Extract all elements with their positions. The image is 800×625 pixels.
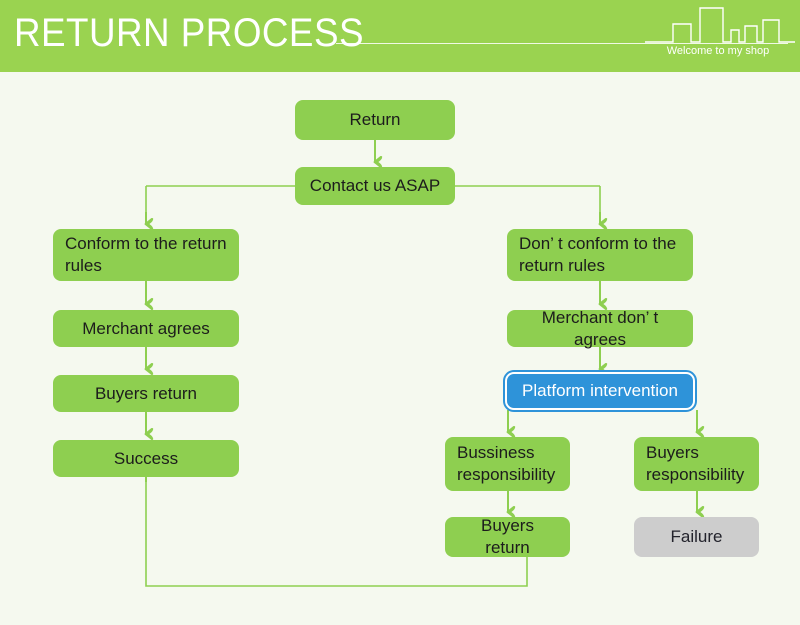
node-buyers-return-left-label: Buyers return <box>94 383 198 403</box>
node-success[interactable]: Success <box>53 440 239 477</box>
node-buyers-return-left[interactable]: Buyers return <box>53 375 239 412</box>
node-buyers-responsibility[interactable]: Buyers responsibility <box>634 437 759 491</box>
node-bussiness-responsibility-label: Bussiness responsibility <box>457 443 556 484</box>
node-platform-intervention-label: Platform intervention <box>522 381 678 400</box>
node-return[interactable]: Return <box>295 100 455 140</box>
page-header: RETURN PROCESS Welcome to my shop <box>0 0 800 72</box>
node-conform-to-return-rules-label: Conform to the return rules <box>65 234 227 275</box>
node-dont-conform-to-return-rules-label: Don’ t conform to the return rules <box>519 234 677 275</box>
node-contact-us-asap[interactable]: Contact us ASAP <box>295 167 455 205</box>
node-failure-label: Failure <box>670 527 723 546</box>
node-merchant-agrees[interactable]: Merchant agrees <box>53 310 239 347</box>
node-return-label: Return <box>349 110 401 129</box>
node-failure[interactable]: Failure <box>634 517 759 557</box>
node-success-label: Success <box>113 448 179 468</box>
node-merchant-dont-agrees[interactable]: Merchant don’ t agrees <box>507 308 693 349</box>
node-merchant-dont-agrees-label: Merchant don’ t agrees <box>541 307 659 349</box>
flowchart-canvas: Return Contact us ASAP Conform to the re… <box>0 72 800 625</box>
node-buyers-return-right[interactable]: Buyers return <box>445 516 570 557</box>
header-tagline: Welcome to my shop <box>666 45 770 57</box>
node-platform-intervention[interactable]: Platform intervention <box>503 370 697 412</box>
node-merchant-agrees-label: Merchant agrees <box>82 318 210 338</box>
city-skyline-icon <box>645 7 795 43</box>
node-buyers-return-right-label: Buyers return <box>481 516 534 557</box>
node-conform-to-return-rules[interactable]: Conform to the return rules <box>53 229 239 281</box>
page-title: RETURN PROCESS <box>14 11 364 55</box>
node-contact-us-asap-label: Contact us ASAP <box>309 176 441 195</box>
node-dont-conform-to-return-rules[interactable]: Don’ t conform to the return rules <box>507 229 693 281</box>
node-buyers-responsibility-label: Buyers responsibility <box>646 443 745 484</box>
node-bussiness-responsibility[interactable]: Bussiness responsibility <box>445 437 570 491</box>
